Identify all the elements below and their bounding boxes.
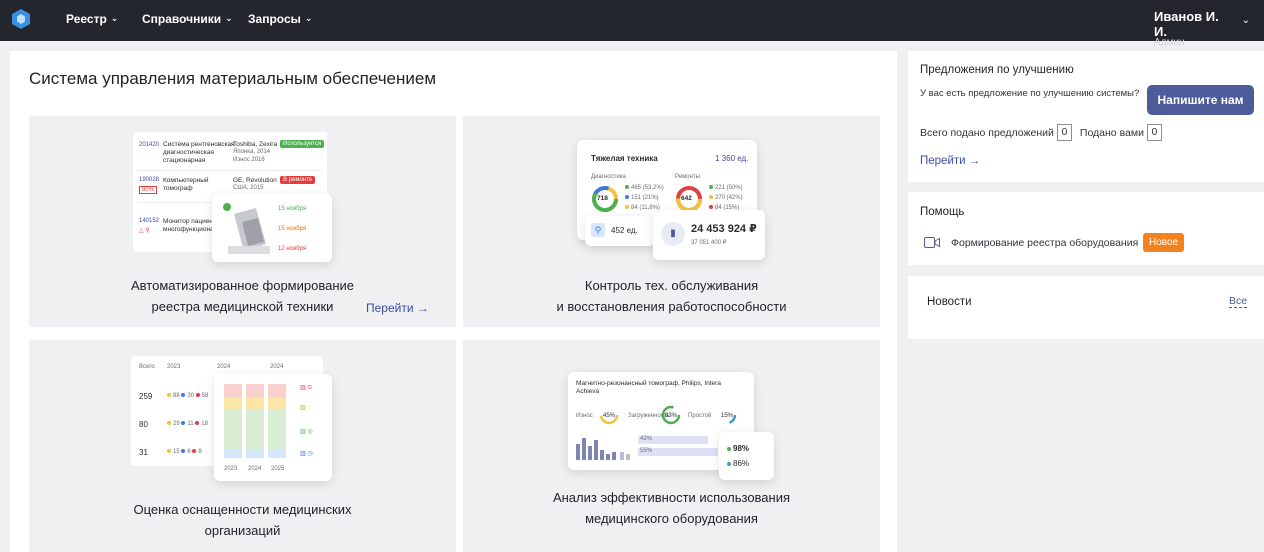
card-title: Анализ эффективности использования медиц… bbox=[552, 490, 791, 526]
card-maintenance[interactable]: Тяжелая техника 1 360 ед. Диагностика Ре… bbox=[463, 116, 880, 327]
video-icon bbox=[924, 237, 940, 248]
write-us-button[interactable]: Напишите нам bbox=[1147, 85, 1254, 115]
status-badge: В ремонте bbox=[280, 176, 316, 184]
bar-chart-icon bbox=[576, 438, 630, 460]
goto-link[interactable]: Перейти → bbox=[366, 301, 429, 315]
suggestions-title: Предложения по улучшению bbox=[920, 64, 1074, 76]
help-title: Помощь bbox=[920, 206, 965, 218]
chevron-down-icon[interactable]: ⌄ bbox=[1242, 15, 1250, 26]
preview-stacked-columns: ▥ ⏲ ▥ ◌ ▥ ◎ ▥ ◷ 2023 2024 2025 bbox=[214, 374, 332, 481]
progress-bar: 42% bbox=[638, 436, 708, 444]
check-icon: ▥ ◎ bbox=[300, 429, 313, 435]
suggestions-goto-link[interactable]: Перейти → bbox=[920, 155, 980, 167]
top-bar: Реестр ⌄ Справочники ⌄ Запросы ⌄ Иванов И. … bbox=[0, 0, 1264, 48]
news-all-link[interactable]: Все bbox=[1229, 295, 1248, 308]
clock-icon: ▥ ◷ bbox=[300, 451, 313, 457]
card-efficiency[interactable]: Магнитно-резонансный томограф, Philips, … bbox=[463, 340, 880, 552]
preview-equipment-card: 15 ноября 15 ноября 12 ноября bbox=[212, 194, 332, 262]
news-panel: Новости Все bbox=[908, 276, 1264, 339]
progress-bar: 55% bbox=[638, 448, 718, 456]
new-badge: Новое bbox=[1143, 233, 1185, 252]
chevron-down-icon: ⌄ bbox=[110, 12, 119, 23]
chevron-down-icon: ⌄ bbox=[304, 12, 313, 23]
user-role: Админ bbox=[1154, 37, 1185, 48]
preview-amount: ▮ 24 453 924 ₽ 37 051 400 ₽ bbox=[653, 210, 765, 260]
my-count: 0 bbox=[1146, 124, 1162, 141]
nav-requests[interactable]: Запросы ⌄ bbox=[248, 12, 312, 26]
shield-icon: ⚲ bbox=[591, 223, 605, 237]
page-title: Система управления материальным обеспече… bbox=[29, 69, 437, 88]
status-badge: Используется bbox=[280, 140, 325, 148]
bar-chart-icon: ▮ bbox=[661, 222, 685, 246]
alarm-icon: ▥ ⏲ bbox=[300, 385, 313, 391]
help-panel: Помощь Формирование реестра оборудования… bbox=[908, 192, 1264, 265]
suggestions-question: У вас есть предложение по улучшению сист… bbox=[920, 88, 1140, 99]
card-title: Контроль тех. обслуживания и восстановле… bbox=[556, 278, 787, 314]
help-item-link[interactable]: Формирование реестра оборудования bbox=[951, 237, 1138, 249]
news-title: Новости bbox=[927, 296, 972, 308]
card-registry[interactable]: 201420 Система рентгеновская диагностиче… bbox=[29, 116, 456, 327]
xray-machine-icon bbox=[223, 203, 270, 254]
preview-units: ⚲ 452 ед. bbox=[585, 216, 655, 246]
app-logo-icon[interactable] bbox=[12, 9, 30, 29]
warning-icon: △ ⚲ bbox=[139, 228, 150, 234]
user-menu[interactable]: Иванов И. И. Админ bbox=[1154, 9, 1232, 48]
suggestions-panel: Предложения по улучшению У вас есть пред… bbox=[908, 51, 1264, 182]
main-panel: Система управления материальным обеспече… bbox=[10, 51, 897, 552]
card-title: Оценка оснащенности медицинских организа… bbox=[133, 502, 352, 538]
nav-directories[interactable]: Справочники ⌄ bbox=[142, 12, 233, 26]
user-name: Иванов И. И. bbox=[1154, 9, 1219, 39]
nav-registry[interactable]: Реестр ⌄ bbox=[66, 12, 118, 26]
total-count: 0 bbox=[1056, 124, 1072, 141]
warning-icon: ▥ ◌ bbox=[300, 405, 311, 411]
chevron-down-icon: ⌄ bbox=[225, 12, 233, 23]
card-equipment-level[interactable]: Всего 2023 2024 2024 259 88 30 58 80 29 … bbox=[29, 340, 456, 552]
preview-percent-card: 98% 86% bbox=[719, 432, 774, 480]
suggestions-counters: Всего подано предложений 0 Подано вами 0 bbox=[920, 124, 1162, 141]
